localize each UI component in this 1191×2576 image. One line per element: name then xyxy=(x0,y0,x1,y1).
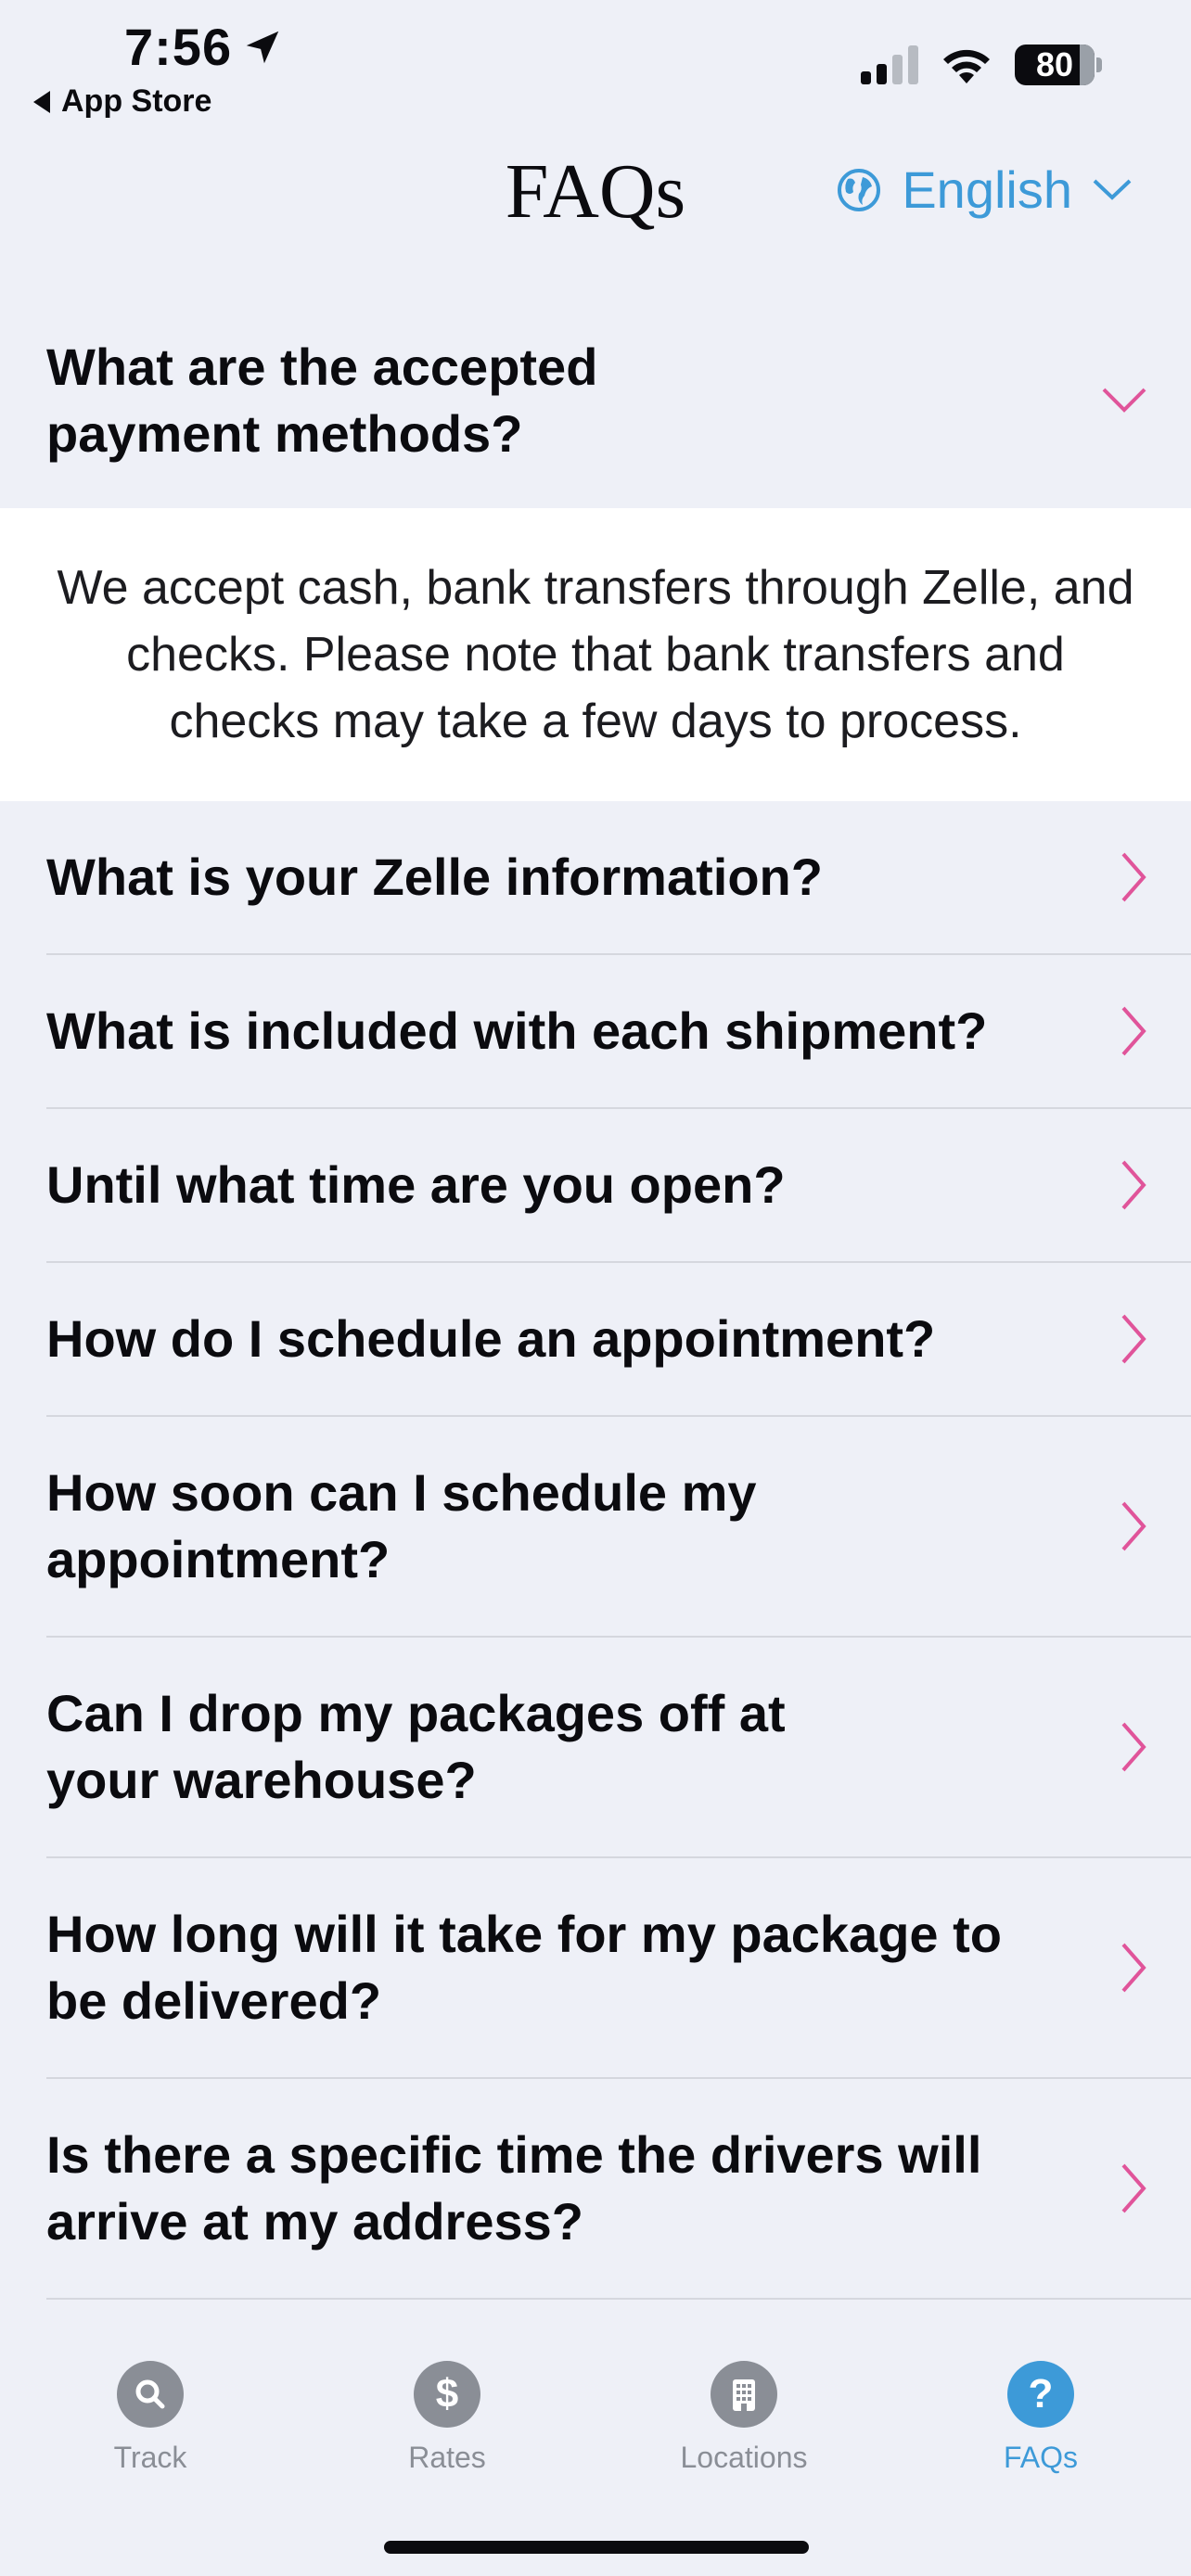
faq-question: How long will it take for my package to … xyxy=(46,1905,1002,2030)
faq-question: What is included with each shipment? xyxy=(46,1001,988,1060)
back-label: App Store xyxy=(61,83,212,119)
faq-item[interactable]: What is included with each shipment? xyxy=(0,955,1191,1107)
battery-level: 80 xyxy=(1035,45,1074,83)
wifi-icon xyxy=(943,49,990,83)
screen: 7:56 App Store 80 FAQs English What are … xyxy=(0,0,1191,2576)
tab-track[interactable]: Track xyxy=(58,2337,243,2475)
status-time: 7:56 xyxy=(124,17,284,77)
tab-label: Rates xyxy=(408,2441,486,2474)
back-to-app-store[interactable]: App Store xyxy=(33,83,211,120)
chevron-right-icon xyxy=(1121,852,1146,902)
back-triangle-icon xyxy=(33,90,50,113)
chevron-right-icon xyxy=(1121,1722,1146,1772)
faq-list: What are the accepted payment methods? W… xyxy=(0,315,1191,2300)
faq-item[interactable]: Until what time are you open? xyxy=(0,1109,1191,1261)
faq-item[interactable]: What is your Zelle information? xyxy=(0,801,1191,953)
faq-item[interactable]: How do I schedule an appointment? xyxy=(0,1263,1191,1415)
faq-item[interactable]: Can I drop my packages off at your wareh… xyxy=(0,1638,1191,1856)
faq-question: What is your Zelle information? xyxy=(46,848,823,906)
tab-rates[interactable]: $ Rates xyxy=(354,2337,540,2475)
cellular-signal-icon xyxy=(861,45,918,84)
faq-question: Until what time are you open? xyxy=(46,1155,786,1214)
faq-question: How do I schedule an appointment? xyxy=(46,1309,936,1368)
tab-faqs[interactable]: ? FAQs xyxy=(948,2337,1133,2475)
language-selector[interactable]: English xyxy=(837,159,1132,220)
globe-icon xyxy=(838,168,881,211)
location-arrow-icon xyxy=(246,31,279,63)
faq-question: How soon can I schedule my appointment? xyxy=(46,1463,757,1588)
chevron-down-icon xyxy=(1102,388,1146,413)
chevron-right-icon xyxy=(1121,1006,1146,1056)
tab-locations[interactable]: Locations xyxy=(651,2337,837,2475)
faq-item[interactable]: How soon can I schedule my appointment? xyxy=(0,1417,1191,1636)
faq-item[interactable]: How long will it take for my package to … xyxy=(0,1858,1191,2077)
faq-item[interactable]: Is there a specific time the drivers wil… xyxy=(0,2079,1191,2298)
faq-item-expanded[interactable]: What are the accepted payment methods? W… xyxy=(0,315,1191,801)
question-icon: ? xyxy=(1007,2361,1074,2428)
faq-question: Can I drop my packages off at your wareh… xyxy=(46,1684,786,1809)
time-label: 7:56 xyxy=(124,18,233,76)
status-indicators: 80 xyxy=(861,45,1102,85)
home-indicator[interactable] xyxy=(384,2541,809,2554)
faq-question: What are the accepted payment methods? xyxy=(46,338,598,463)
tab-label: Locations xyxy=(680,2441,808,2474)
faq-question: Is there a specific time the drivers wil… xyxy=(46,2125,982,2251)
chevron-right-icon xyxy=(1121,2163,1146,2213)
chevron-right-icon xyxy=(1121,1160,1146,1210)
tab-label: Track xyxy=(113,2441,187,2474)
chevron-right-icon xyxy=(1121,1501,1146,1551)
building-icon xyxy=(711,2361,777,2428)
chevron-down-icon xyxy=(1093,179,1132,200)
faq-answer: We accept cash, bank transfers through Z… xyxy=(0,508,1191,801)
tab-label: FAQs xyxy=(1003,2441,1078,2474)
search-icon xyxy=(117,2361,184,2428)
chevron-right-icon xyxy=(1121,1314,1146,1364)
chevron-right-icon xyxy=(1121,1943,1146,1993)
dollar-icon: $ xyxy=(414,2361,480,2428)
battery-icon: 80 xyxy=(1015,45,1102,85)
language-label: English xyxy=(902,160,1072,219)
divider xyxy=(46,2298,1191,2300)
